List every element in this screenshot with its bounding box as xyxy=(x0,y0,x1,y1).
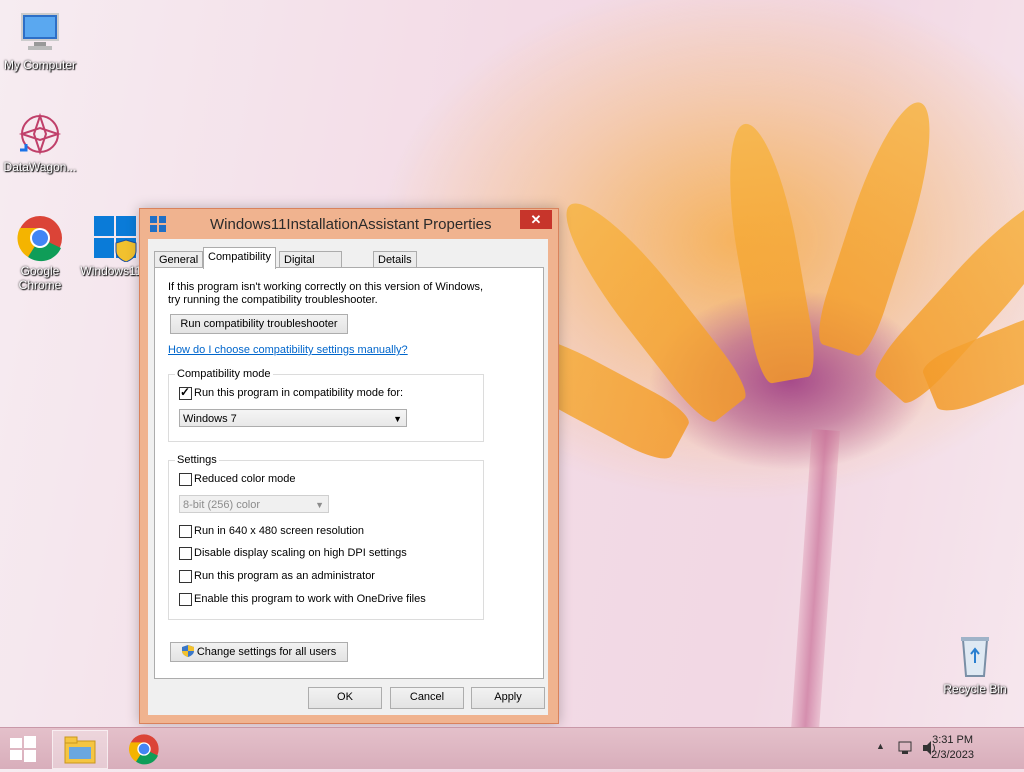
apply-button[interactable]: Apply xyxy=(471,687,545,709)
disable-dpi-scaling-checkbox[interactable] xyxy=(179,547,192,560)
onedrive-files-checkbox[interactable] xyxy=(179,593,192,606)
windows-logo-icon xyxy=(150,216,166,232)
taskbar-chrome[interactable] xyxy=(122,730,166,767)
petal xyxy=(715,118,820,386)
os-select-value: Windows 7 xyxy=(183,413,237,425)
intro-text-line-2: try running the compatibility troublesho… xyxy=(168,294,378,306)
option-label: Run this program as an administrator xyxy=(194,570,375,582)
computer-icon xyxy=(16,8,64,56)
compat-mode-checkbox[interactable] xyxy=(179,385,192,400)
chrome-icon xyxy=(128,734,159,765)
desktop-icon-recycle-bin[interactable]: Recycle Bin xyxy=(935,632,1015,696)
tab-label: Compatibility xyxy=(208,251,271,263)
os-select[interactable]: Windows 7 ▼ xyxy=(179,409,407,427)
close-button[interactable]: ✕ xyxy=(520,210,552,229)
desktop-icon-label: My Computer xyxy=(3,58,77,72)
tab-label: Details xyxy=(378,254,412,266)
cancel-button[interactable]: Cancel xyxy=(390,687,464,709)
taskbar: ▲ 3:31 PM 2/3/2023 xyxy=(0,727,1024,769)
chevron-down-icon: ▼ xyxy=(393,414,402,424)
tab-details[interactable]: Details xyxy=(373,251,417,268)
chevron-down-icon: ▼ xyxy=(315,500,324,510)
tab-compatibility[interactable]: Compatibility xyxy=(203,247,276,269)
taskbar-file-explorer[interactable] xyxy=(52,730,108,769)
dialog-title: Windows11InstallationAssistant Propertie… xyxy=(210,216,492,233)
desktop-icon-datawagon[interactable]: DataWagon... xyxy=(0,110,80,174)
desktop-icon-chrome[interactable]: Google Chrome xyxy=(0,214,80,292)
uac-shield-icon xyxy=(181,645,194,663)
clock-time: 3:31 PM xyxy=(932,734,974,746)
tab-label: General xyxy=(159,254,199,266)
color-depth-select: 8-bit (256) color ▼ xyxy=(179,495,329,513)
properties-dialog: Windows11InstallationAssistant Propertie… xyxy=(139,208,559,724)
datawagon-icon xyxy=(16,110,64,158)
run-troubleshooter-button[interactable]: Run compatibility troubleshooter xyxy=(170,314,348,334)
desktop-icon-my-computer[interactable]: My Computer xyxy=(0,8,80,72)
network-icon[interactable] xyxy=(898,740,914,759)
color-depth-value: 8-bit (256) color xyxy=(183,499,261,511)
windows-start-icon xyxy=(10,736,36,762)
dialog-client-area: General Compatibility Digital Signatures… xyxy=(148,239,548,715)
button-label: Change settings for all users xyxy=(196,646,337,658)
tab-general[interactable]: General xyxy=(154,251,204,268)
desktop-icon-label: DataWagon... xyxy=(3,160,77,174)
clock-date: 2/3/2023 xyxy=(931,749,974,761)
option-label: Run in 640 x 480 screen resolution xyxy=(194,525,364,537)
run-as-admin-checkbox[interactable] xyxy=(179,570,192,583)
manual-settings-link[interactable]: How do I choose compatibility settings m… xyxy=(168,344,408,356)
compatibility-mode-group: Compatibility mode Run this program in c… xyxy=(168,368,484,442)
option-label: Disable display scaling on high DPI sett… xyxy=(194,547,407,559)
recycle-bin-icon xyxy=(951,632,999,680)
change-settings-all-users-button[interactable]: Change settings for all users xyxy=(170,642,348,662)
group-label: Compatibility mode xyxy=(175,368,273,380)
settings-group: Settings Reduced color mode 8-bit (256) … xyxy=(168,454,484,620)
reduced-color-label: Reduced color mode xyxy=(194,473,296,485)
compatibility-panel: If this program isn't working correctly … xyxy=(154,267,544,679)
resolution-640-checkbox[interactable] xyxy=(179,525,192,538)
intro-text-line-1: If this program isn't working correctly … xyxy=(168,281,484,293)
compat-mode-label: Run this program in compatibility mode f… xyxy=(194,387,404,399)
desktop-icon-label: Google Chrome xyxy=(18,264,62,292)
system-clock[interactable]: 3:31 PM 2/3/2023 xyxy=(931,733,974,763)
group-label: Settings xyxy=(175,454,219,466)
windows-installer-icon xyxy=(92,214,140,263)
desktop-icon-label: Recycle Bin xyxy=(943,682,1007,696)
dialog-titlebar[interactable]: Windows11InstallationAssistant Propertie… xyxy=(140,209,558,239)
ok-button[interactable]: OK xyxy=(308,687,382,709)
reduced-color-checkbox[interactable] xyxy=(179,473,192,486)
folder-icon xyxy=(64,736,96,764)
tab-digital-signatures[interactable]: Digital Signatures xyxy=(279,251,342,282)
option-label: Enable this program to work with OneDriv… xyxy=(194,593,426,605)
tray-expand-icon[interactable]: ▲ xyxy=(876,741,885,751)
close-icon: ✕ xyxy=(530,212,542,227)
flower-stem xyxy=(791,429,840,731)
start-button[interactable] xyxy=(8,730,42,767)
chrome-icon xyxy=(16,214,64,262)
